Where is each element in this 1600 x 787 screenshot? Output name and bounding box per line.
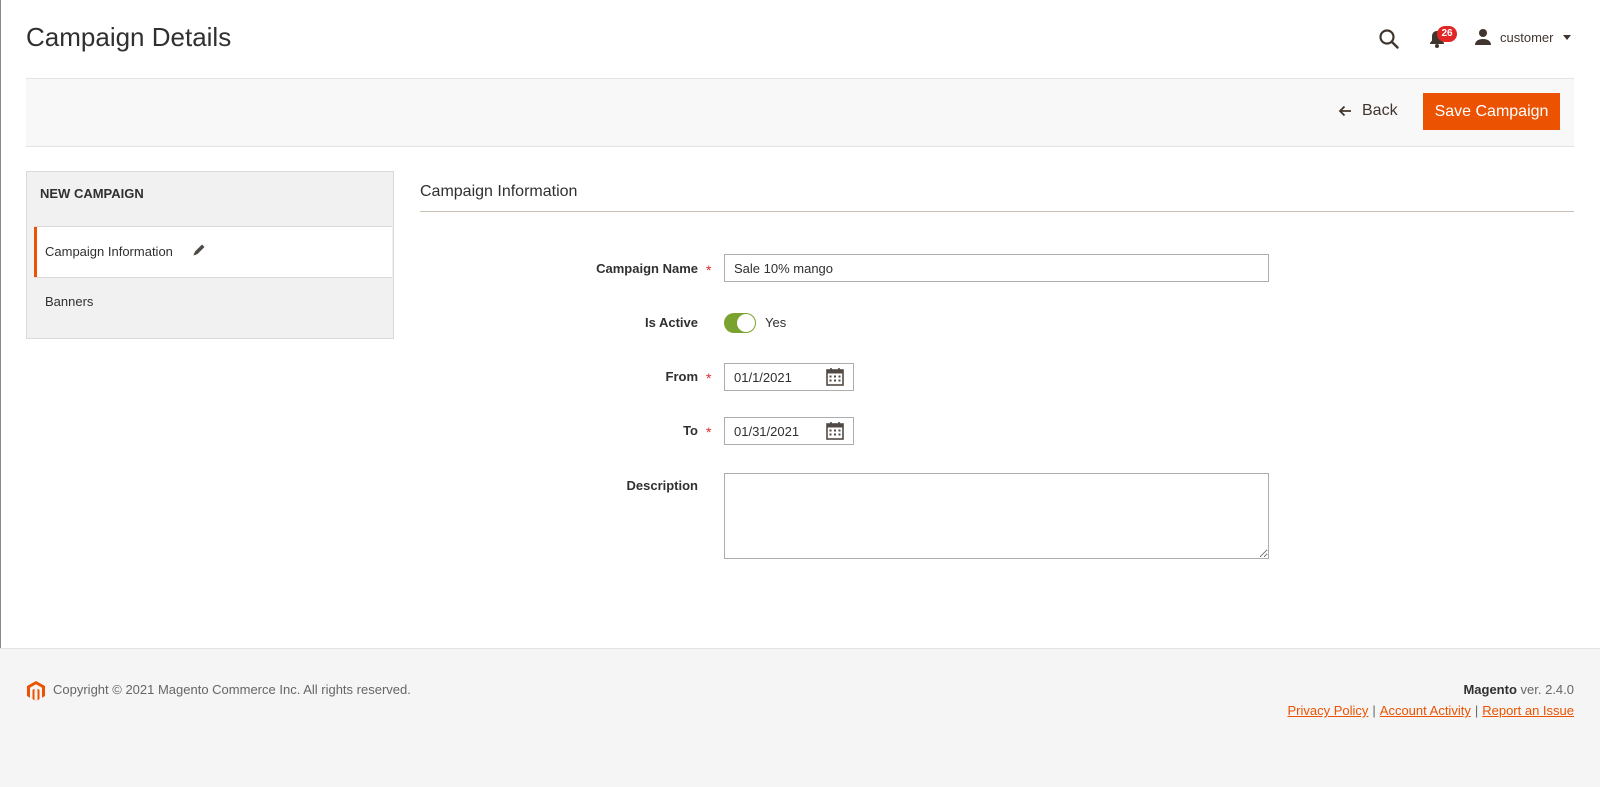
from-date-label: From xyxy=(665,369,699,384)
sidebar-item-label: Campaign Information xyxy=(45,244,173,259)
user-icon xyxy=(1475,29,1491,45)
pencil-icon xyxy=(193,244,205,256)
description-textarea[interactable] xyxy=(724,473,1269,559)
search-icon[interactable] xyxy=(1378,28,1400,50)
to-date-label: To xyxy=(683,423,698,438)
required-asterisk: * xyxy=(706,262,712,278)
required-asterisk: * xyxy=(706,424,712,440)
link-separator: | xyxy=(1372,703,1376,718)
brand-name: Magento xyxy=(1463,682,1517,697)
active-tab-indicator xyxy=(34,227,37,277)
description-label: Description xyxy=(626,478,698,493)
campaign-name-input[interactable] xyxy=(724,254,1269,282)
footer-links: Privacy Policy | Account Activity | Repo… xyxy=(1287,703,1574,718)
save-campaign-button[interactable]: Save Campaign xyxy=(1423,93,1560,130)
sidebar-title: NEW CAMPAIGN xyxy=(40,186,144,201)
version-number: ver. 2.4.0 xyxy=(1516,682,1574,697)
report-issue-link[interactable]: Report an Issue xyxy=(1482,703,1574,718)
from-date-field xyxy=(724,363,854,391)
toggle-knob xyxy=(737,314,755,332)
version-info: Magento ver. 2.4.0 xyxy=(1463,682,1574,697)
to-date-field xyxy=(724,417,854,445)
user-account-menu[interactable]: customer xyxy=(1474,26,1572,48)
required-asterisk: * xyxy=(706,370,712,386)
calendar-icon[interactable] xyxy=(825,421,845,441)
arrow-left-icon xyxy=(1338,105,1351,117)
page-title: Campaign Details xyxy=(26,22,232,52)
chevron-down-icon xyxy=(1563,34,1572,40)
is-active-toggle[interactable] xyxy=(724,313,756,333)
campaign-name-label: Campaign Name xyxy=(596,261,698,276)
notification-count-badge: 26 xyxy=(1437,26,1457,42)
sidebar-item-label: Banners xyxy=(45,294,94,309)
back-button[interactable]: Back xyxy=(1338,99,1398,123)
is-active-label: Is Active xyxy=(645,315,698,330)
copyright-text: Copyright © 2021 Magento Commerce Inc. A… xyxy=(53,682,411,697)
account-activity-link[interactable]: Account Activity xyxy=(1380,703,1471,718)
sidebar-item-banners[interactable]: Banners xyxy=(34,277,392,327)
back-button-label: Back xyxy=(1362,102,1398,119)
user-name: customer xyxy=(1500,29,1554,45)
magento-logo-icon xyxy=(27,681,45,701)
link-separator: | xyxy=(1474,703,1479,718)
calendar-icon[interactable] xyxy=(825,367,845,387)
section-divider xyxy=(420,211,1574,212)
privacy-policy-link[interactable]: Privacy Policy xyxy=(1287,703,1368,718)
section-title: Campaign Information xyxy=(420,183,578,200)
is-active-value: Yes xyxy=(765,315,787,330)
sidebar-item-campaign-information[interactable]: Campaign Information xyxy=(34,226,392,278)
